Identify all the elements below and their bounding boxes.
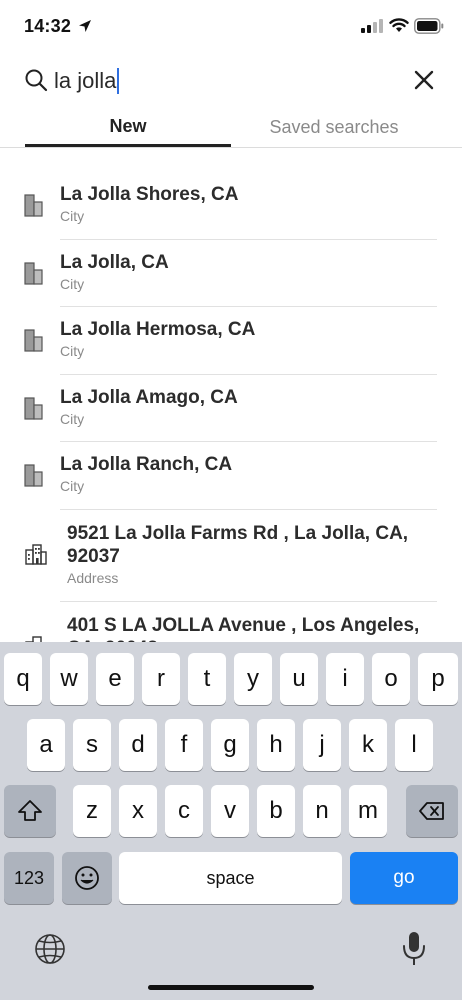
city-buildings-icon [24,396,43,420]
text-caret [117,68,119,94]
key-y[interactable]: y [234,653,272,705]
key-t[interactable]: t [188,653,226,705]
result-title: La Jolla, CA [60,251,169,273]
result-title: 401 S LA JOLLA Avenue , Los Angeles, CA,… [67,614,420,643]
key-d[interactable]: d [119,719,157,771]
shift-key[interactable] [4,785,56,837]
result-item[interactable]: La Jolla Amago, CA City [0,375,462,442]
status-time: 14:32 [24,16,72,36]
key-c[interactable]: c [165,785,203,837]
address-building-icon [25,543,47,565]
search-icon [25,69,48,92]
result-title: La Jolla Hermosa, CA [60,319,256,340]
home-indicator [148,985,314,990]
city-buildings-icon [24,329,43,352]
key-r[interactable]: r [142,653,180,705]
result-item[interactable]: La Jolla Shores, CA City [0,172,462,240]
key-s[interactable]: s [73,719,111,771]
location-arrow-icon [79,20,91,32]
result-item[interactable]: La Jolla Ranch, CA City [0,442,462,510]
backspace-icon [419,802,444,820]
status-bar: 14:32 [0,0,462,56]
address-building-icon [25,635,42,642]
key-e[interactable]: e [96,653,134,705]
result-type: City [60,208,85,224]
city-buildings-icon [24,194,43,217]
go-key[interactable]: go [350,852,458,904]
key-n[interactable]: n [303,785,341,837]
result-type: Address [67,569,119,586]
backspace-key[interactable] [406,785,458,837]
cellular-signal-icon [361,19,383,33]
key-l[interactable]: l [395,719,433,771]
microphone-icon[interactable] [401,930,427,968]
shift-icon [18,800,42,821]
key-m[interactable]: m [349,785,387,837]
key-g[interactable]: g [211,719,249,771]
emoji-key[interactable] [62,852,112,904]
key-o[interactable]: o [372,653,410,705]
result-title: La Jolla Ranch, CA [60,454,233,475]
result-title: 9521 La Jolla Farms Rd , La Jolla, CA, 9… [67,522,409,567]
result-title: La Jolla Shores, CA [60,184,239,205]
tab-new[interactable]: New [25,108,231,147]
key-w[interactable]: w [50,653,88,705]
result-item[interactable]: La Jolla, CA City [0,240,462,307]
key-u[interactable]: u [280,653,318,705]
battery-icon [414,18,444,34]
result-type: City [60,343,85,359]
search-bar [0,58,462,104]
result-type: City [60,410,85,427]
key-p[interactable]: p [418,653,458,705]
key-i[interactable]: i [326,653,364,705]
key-x[interactable]: x [119,785,157,837]
result-item[interactable]: 401 S LA JOLLA Avenue , Los Angeles, CA,… [0,602,462,643]
key-f[interactable]: f [165,719,203,771]
numbers-key[interactable]: 123 [4,852,54,904]
emoji-icon [75,866,99,890]
key-v[interactable]: v [211,785,249,837]
key-z[interactable]: z [73,785,111,837]
city-buildings-icon [24,261,43,285]
search-input[interactable] [54,66,384,96]
key-j[interactable]: j [303,719,341,771]
on-screen-keyboard: q w e r t y u i o p a s d f g h j k l z … [0,642,462,1000]
search-tabs: New Saved searches [0,108,462,148]
key-b[interactable]: b [257,785,295,837]
key-q[interactable]: q [4,653,42,705]
key-k[interactable]: k [349,719,387,771]
key-h[interactable]: h [257,719,295,771]
key-a[interactable]: a [27,719,65,771]
tab-saved-searches[interactable]: Saved searches [231,108,437,147]
city-buildings-icon [24,464,43,487]
result-title: La Jolla Amago, CA [60,386,238,408]
result-type: City [60,478,85,494]
result-type: City [60,275,85,292]
result-item[interactable]: La Jolla Hermosa, CA City [0,307,462,375]
result-item[interactable]: 9521 La Jolla Farms Rd , La Jolla, CA, 9… [0,510,462,602]
wifi-icon [389,18,409,32]
results-list: La Jolla Shores, CA City La Jolla, CA Ci… [0,172,462,642]
space-key[interactable]: space [119,852,342,904]
globe-icon[interactable] [33,932,67,966]
close-icon[interactable] [412,68,436,92]
